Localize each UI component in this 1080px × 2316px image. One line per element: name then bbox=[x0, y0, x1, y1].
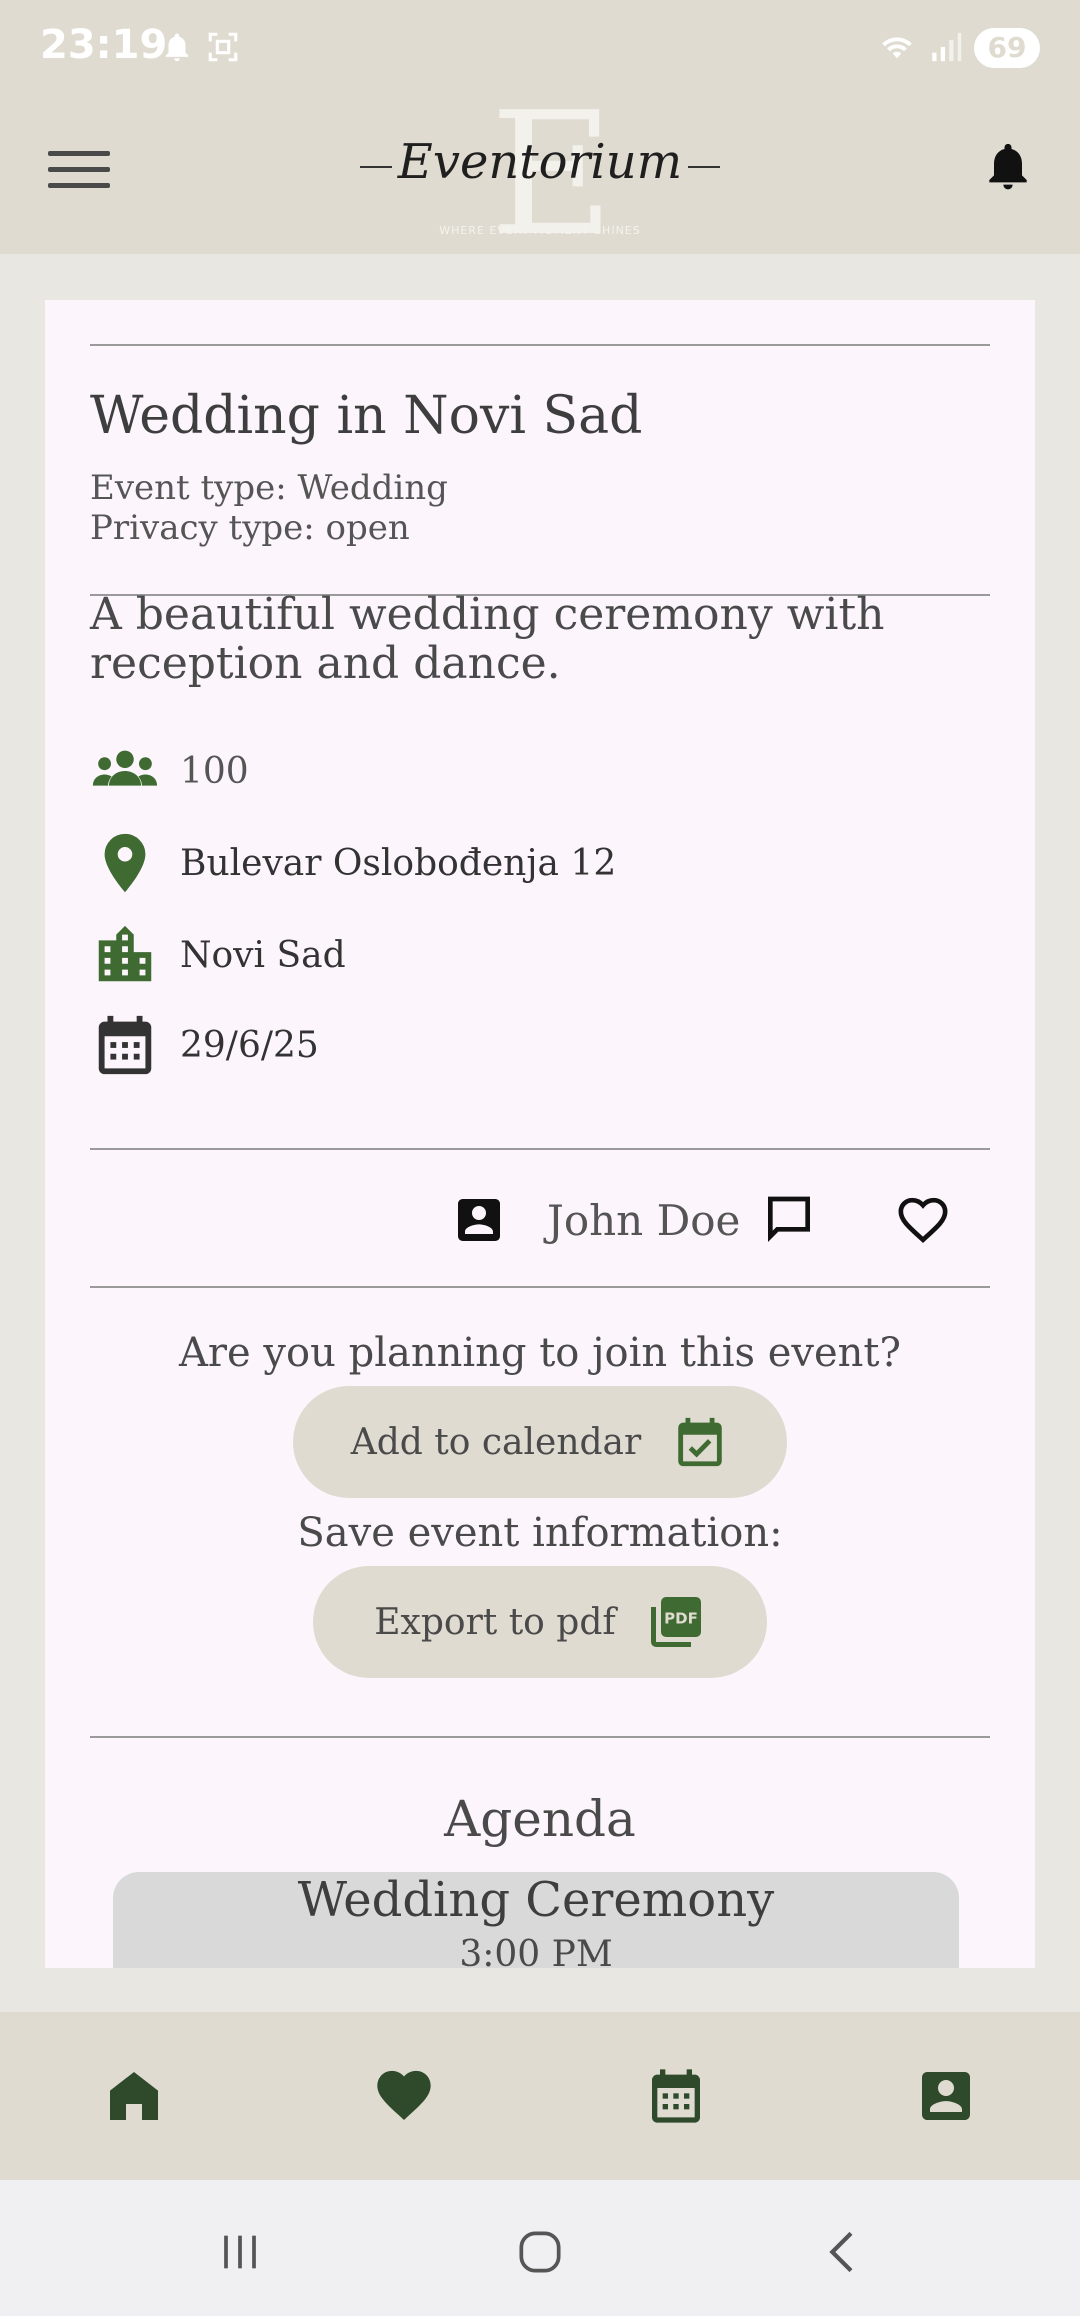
profile-card-icon[interactable] bbox=[914, 2064, 978, 2128]
recent-apps-icon[interactable] bbox=[212, 2224, 268, 2280]
event-city: Novi Sad bbox=[180, 934, 346, 976]
hamburger-menu-icon[interactable] bbox=[48, 138, 110, 200]
agenda-title: Agenda bbox=[444, 1790, 636, 1848]
chat-icon[interactable] bbox=[761, 1192, 817, 1248]
pdf-file-icon: PDF bbox=[650, 1597, 701, 1647]
notifications-bell-icon[interactable] bbox=[980, 136, 1036, 196]
agenda-item[interactable]: Wedding Ceremony 3:00 PM bbox=[113, 1872, 959, 1968]
divider bbox=[90, 1286, 990, 1288]
system-navigation-bar bbox=[0, 2180, 1080, 2316]
add-to-calendar-label: Add to calendar bbox=[350, 1421, 642, 1463]
organizer-row: John Doe bbox=[45, 1180, 1035, 1260]
notification-bell-icon bbox=[165, 33, 189, 62]
event-address: Bulevar Oslobođenja 12 bbox=[180, 842, 617, 884]
agenda-item-time: 3:00 PM bbox=[459, 1934, 613, 1968]
city-row: Novi Sad bbox=[90, 920, 346, 990]
export-pdf-button[interactable]: Export to pdf PDF bbox=[313, 1566, 767, 1678]
guests-count: 100 bbox=[180, 750, 249, 792]
join-question: Are you planning to join this event? bbox=[179, 1330, 901, 1376]
event-type: Event type: Wedding bbox=[90, 468, 448, 508]
back-arrow-icon[interactable] bbox=[816, 2224, 872, 2280]
logo-text: Eventorium bbox=[397, 134, 683, 190]
privacy-type: Privacy type: open bbox=[90, 508, 410, 548]
status-time: 23:19 bbox=[40, 22, 168, 68]
divider bbox=[90, 1148, 990, 1150]
location-pin-icon bbox=[104, 833, 146, 893]
guests-row: 100 bbox=[90, 736, 249, 806]
screenshot-icon bbox=[208, 32, 238, 62]
favorites-heart-icon[interactable] bbox=[372, 2064, 436, 2128]
wifi-icon bbox=[882, 37, 912, 59]
event-date: 29/6/25 bbox=[180, 1024, 319, 1066]
divider bbox=[90, 344, 990, 346]
people-group-icon bbox=[92, 750, 158, 786]
home-button-icon[interactable] bbox=[512, 2224, 568, 2280]
calendar-nav-icon[interactable] bbox=[644, 2064, 708, 2128]
save-question: Save event information: bbox=[297, 1510, 783, 1556]
event-card: Wedding in Novi Sad Event type: Wedding … bbox=[45, 300, 1035, 1968]
city-buildings-icon bbox=[98, 925, 152, 982]
organizer-name[interactable]: John Doe bbox=[547, 1196, 740, 1245]
agenda-item-name: Wedding Ceremony bbox=[297, 1872, 775, 1928]
battery-indicator: 69 bbox=[974, 28, 1040, 68]
calendar-icon bbox=[98, 1015, 152, 1075]
export-pdf-label: Export to pdf bbox=[374, 1601, 616, 1643]
add-to-calendar-button[interactable]: Add to calendar bbox=[293, 1386, 787, 1498]
divider bbox=[90, 1736, 990, 1738]
contact-card-icon[interactable] bbox=[451, 1192, 507, 1248]
app-bar: E Eventorium WHERE EVERY MOMENT SHINES bbox=[0, 90, 1080, 260]
calendar-check-icon bbox=[678, 1417, 722, 1467]
date-row: 29/6/25 bbox=[90, 1010, 319, 1080]
address-row: Bulevar Oslobođenja 12 bbox=[90, 828, 616, 898]
logo-tagline: WHERE EVERY MOMENT SHINES bbox=[439, 224, 641, 237]
bottom-navigation bbox=[0, 2012, 1080, 2180]
app-logo: E Eventorium WHERE EVERY MOMENT SHINES bbox=[340, 90, 740, 260]
signal-icon bbox=[932, 32, 962, 62]
heart-outline-icon[interactable] bbox=[895, 1192, 951, 1248]
svg-text:PDF: PDF bbox=[664, 1609, 698, 1627]
home-icon[interactable] bbox=[102, 2064, 166, 2128]
event-title: Wedding in Novi Sad bbox=[90, 386, 643, 446]
event-description: A beautiful wedding ceremony with recept… bbox=[90, 589, 885, 689]
